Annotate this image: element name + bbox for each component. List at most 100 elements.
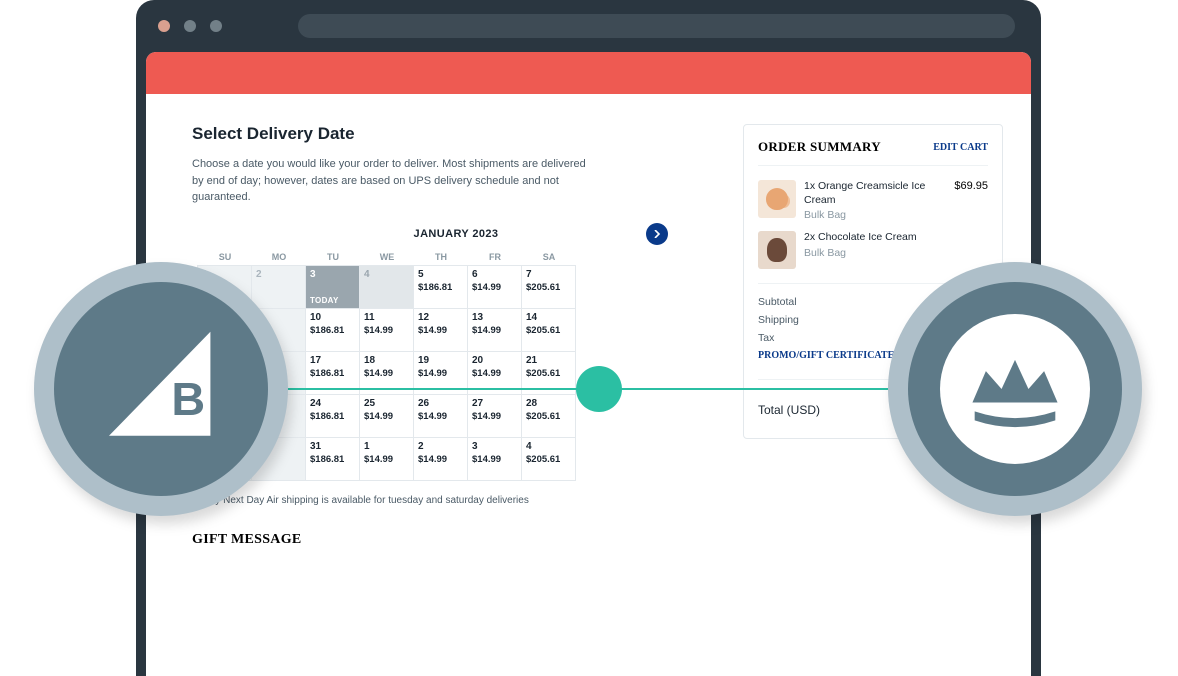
browser-titlebar (136, 0, 1041, 52)
day-number: 12 (418, 312, 463, 323)
day-number: 2 (418, 441, 463, 452)
edit-cart-link[interactable]: Edit Cart (933, 142, 988, 153)
chevron-right-icon (653, 230, 661, 238)
order-summary-title: Order Summary (758, 139, 881, 155)
crown-logo-icon (959, 333, 1071, 445)
window-close-dot[interactable] (158, 20, 170, 32)
calendar-day[interactable]: 13 $14.99 (467, 308, 522, 352)
total-label: Total (USD) (758, 403, 820, 417)
calendar-dow: MO (252, 246, 306, 266)
calendar-day[interactable]: 6 $14.99 (467, 265, 522, 309)
svg-text:B: B (171, 373, 205, 425)
day-number: 14 (526, 312, 571, 323)
address-bar[interactable] (298, 14, 1015, 38)
day-number: 7 (526, 269, 571, 280)
integration-node (576, 366, 622, 412)
partner-badge (888, 262, 1142, 516)
item-thumbnail (758, 231, 796, 269)
day-price: $14.99 (472, 411, 501, 422)
window-controls (158, 20, 222, 32)
calendar-disclaimer: **Only Next Day Air shipping is availabl… (192, 495, 703, 506)
item-thumbnail (758, 180, 796, 218)
calendar-day[interactable]: 14$205.61 (521, 308, 576, 352)
day-number: 24 (310, 398, 355, 409)
calendar-header: JANUARY 2023 (256, 228, 656, 240)
calendar-day[interactable]: 2 $14.99 (413, 437, 468, 481)
window-max-dot[interactable] (210, 20, 222, 32)
day-number: 6 (472, 269, 517, 280)
item-name: 1x Orange Creamsicle Ice Cream (804, 180, 946, 207)
day-number: 4 (526, 441, 571, 452)
day-price: $14.99 (472, 282, 501, 293)
calendar-day: 3 TODAY (305, 265, 360, 309)
day-price: $186.81 (310, 454, 344, 465)
day-number: 3 (310, 269, 355, 280)
page-title: Select Delivery Date (192, 124, 703, 144)
day-number: 13 (472, 312, 517, 323)
day-number: 11 (364, 312, 409, 323)
calendar-day[interactable]: 10 $186.81 (305, 308, 360, 352)
bigcommerce-badge: B (34, 262, 288, 516)
day-price: $186.81 (310, 325, 344, 336)
calendar-day: 4 (359, 265, 414, 309)
day-price: $14.99 (418, 411, 447, 422)
calendar-day[interactable]: 4 $205.61 (521, 437, 576, 481)
day-number: 18 (364, 355, 409, 366)
item-variant: Bulk Bag (804, 247, 980, 259)
day-price: $14.99 (472, 368, 501, 379)
day-number: 27 (472, 398, 517, 409)
calendar-month-label: JANUARY 2023 (414, 228, 499, 240)
calendar-day[interactable]: 31 $186.81 (305, 437, 360, 481)
today-label: TODAY (310, 296, 339, 305)
ice-cream-icon (767, 238, 787, 262)
calendar-day[interactable]: 24 $186.81 (305, 394, 360, 438)
calendar-day[interactable]: 7 $205.61 (521, 265, 576, 309)
day-number: 2 (256, 269, 301, 280)
day-price: $205.61 (526, 282, 560, 293)
day-number: 10 (310, 312, 355, 323)
calendar-day[interactable]: 26 $14.99 (413, 394, 468, 438)
day-number: 4 (364, 269, 409, 280)
day-number: 3 (472, 441, 517, 452)
site-header-bar (146, 52, 1031, 94)
day-price: $14.99 (364, 368, 393, 379)
day-number: 17 (310, 355, 355, 366)
day-number: 19 (418, 355, 463, 366)
day-number: 21 (526, 355, 571, 366)
calendar-dow: SU (198, 246, 252, 266)
calendar-day[interactable]: 11 $14.99 (359, 308, 414, 352)
gift-message-heading: Gift Message (192, 532, 703, 548)
calendar-day[interactable]: 25$14.99 (359, 394, 414, 438)
cart-item: 1x Orange Creamsicle Ice Cream Bulk Bag … (758, 180, 988, 221)
day-price: $14.99 (364, 411, 393, 422)
day-price: $14.99 (364, 325, 393, 336)
calendar-day[interactable]: 28$205.61 (521, 394, 576, 438)
day-number: 1 (364, 441, 409, 452)
calendar-next-month-button[interactable] (646, 223, 668, 245)
day-price: $14.99 (364, 454, 393, 465)
day-price: $186.81 (418, 282, 452, 293)
day-number: 31 (310, 441, 355, 452)
calendar-day[interactable]: 12$14.99 (413, 308, 468, 352)
calendar-day[interactable]: 1 $14.99 (359, 437, 414, 481)
day-price: $14.99 (472, 454, 501, 465)
day-price: $205.61 (526, 454, 560, 465)
calendar-dow: TH (414, 246, 468, 266)
item-name: 2x Chocolate Ice Cream (804, 231, 980, 245)
calendar-dow: SA (522, 246, 576, 266)
day-number: 20 (472, 355, 517, 366)
calendar-day[interactable]: 27 $14.99 (467, 394, 522, 438)
calendar-day[interactable]: 3 $14.99 (467, 437, 522, 481)
day-number: 26 (418, 398, 463, 409)
calendar-dow: TU (306, 246, 360, 266)
day-price: $14.99 (472, 325, 501, 336)
window-min-dot[interactable] (184, 20, 196, 32)
ice-cream-icon (766, 188, 788, 210)
calendar-dow: FR (468, 246, 522, 266)
day-price: $186.81 (310, 411, 344, 422)
calendar-day[interactable]: 5$186.81 (413, 265, 468, 309)
day-price: $14.99 (418, 454, 447, 465)
day-number: 28 (526, 398, 571, 409)
day-price: $186.81 (310, 368, 344, 379)
calendar-dow: WE (360, 246, 414, 266)
